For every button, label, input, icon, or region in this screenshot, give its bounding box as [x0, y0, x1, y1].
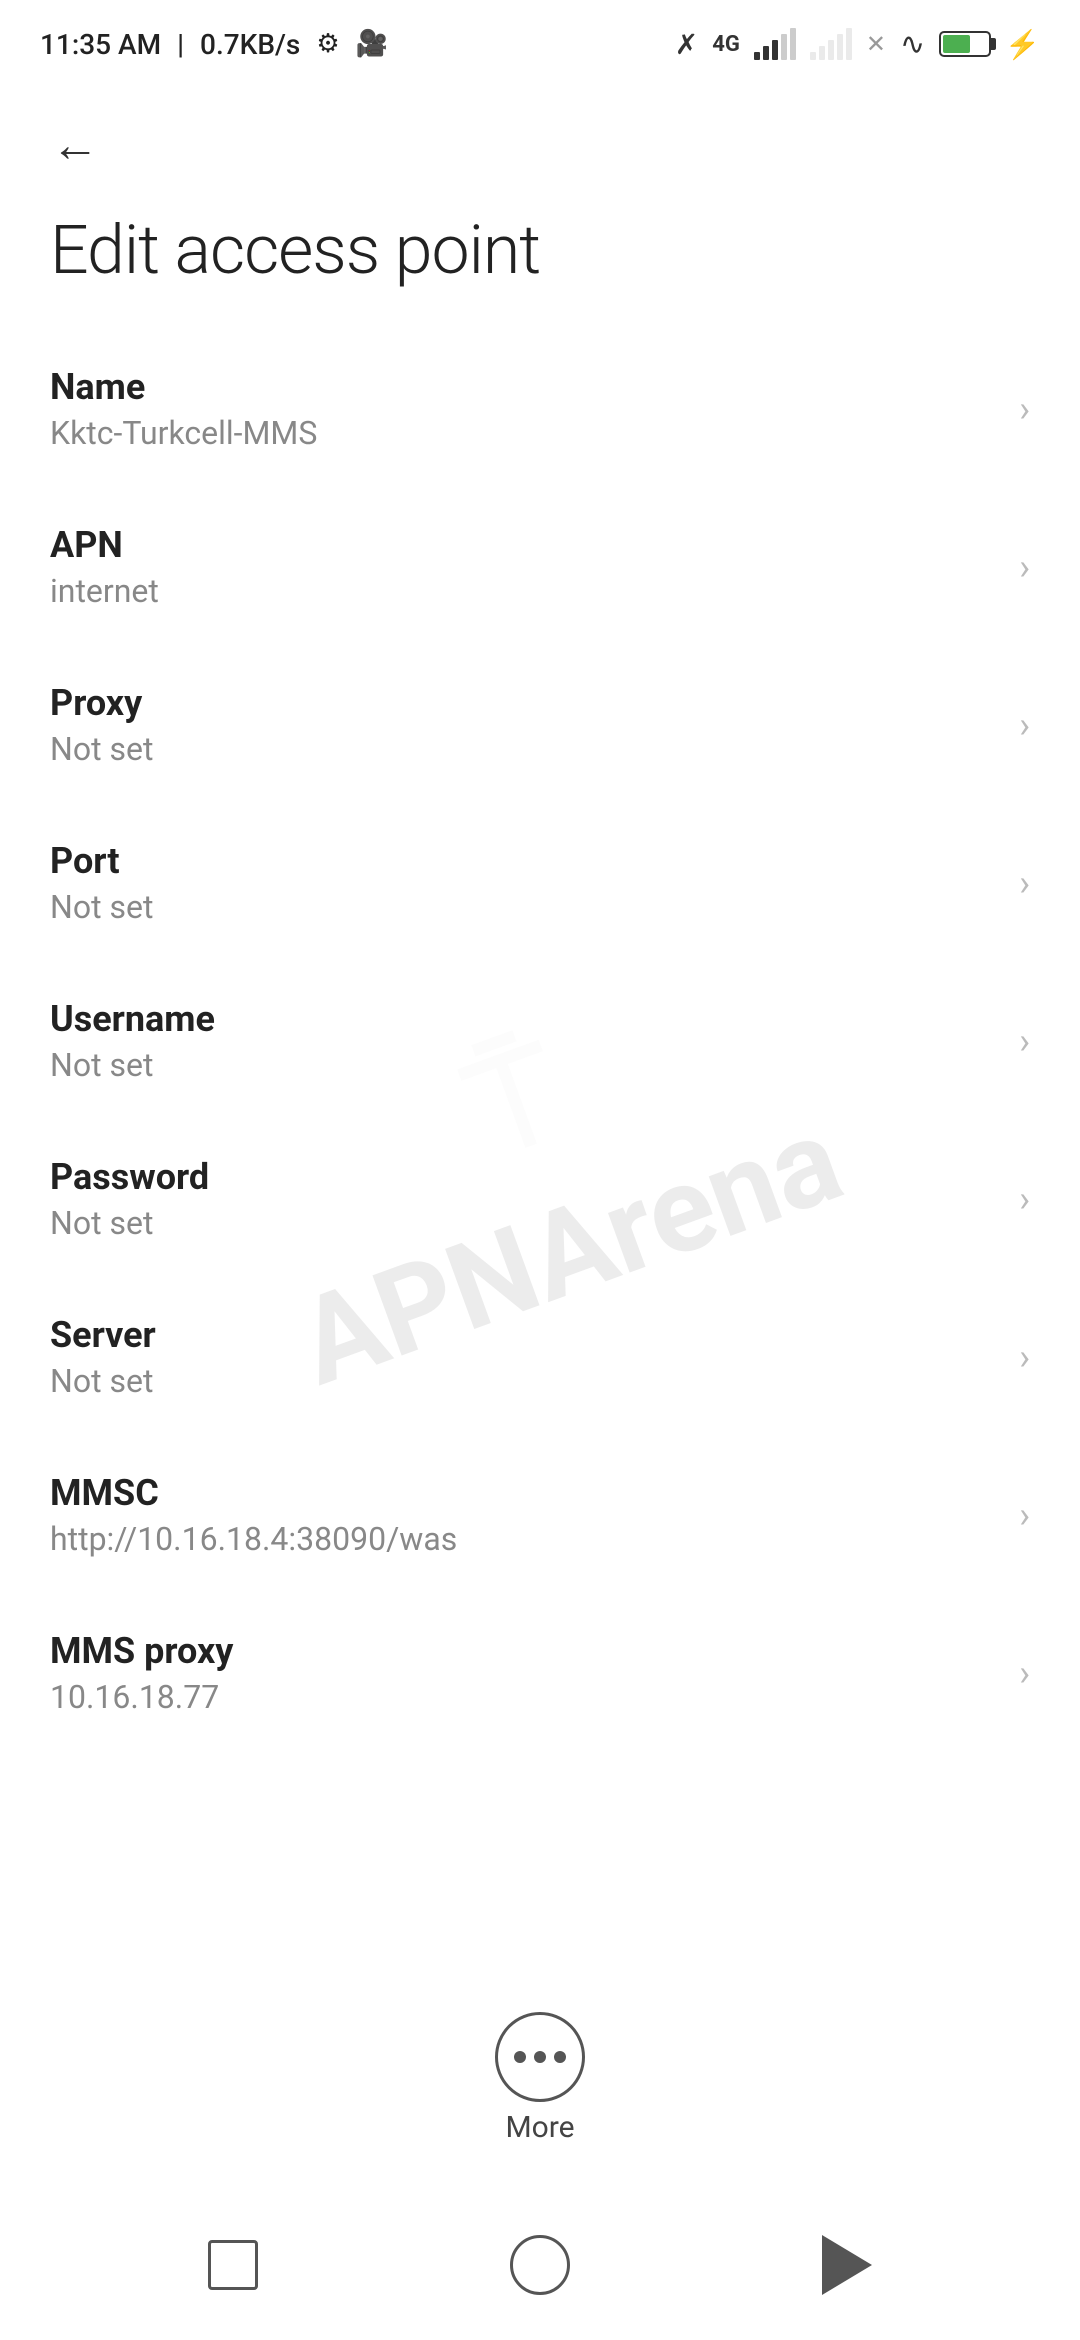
camera-icon: 🎥: [356, 29, 388, 59]
settings-label-mms-proxy: MMS proxy: [50, 1630, 999, 1672]
settings-value-apn: internet: [50, 572, 999, 610]
dot-1: [514, 2051, 526, 2063]
settings-value-proxy: Not set: [50, 730, 999, 768]
circle-icon: [510, 2235, 570, 2295]
settings-content-name: Name Kktc-Turkcell-MMS: [50, 366, 999, 452]
settings-value-mmsc: http://10.16.18.4:38090/was: [50, 1520, 999, 1558]
signal-strength-1: [754, 28, 796, 60]
back-button[interactable]: ←: [40, 110, 110, 180]
chevron-icon-proxy: ›: [1019, 704, 1030, 746]
network-type: 4G: [712, 32, 740, 57]
settings-label-username: Username: [50, 998, 999, 1040]
more-button[interactable]: More: [495, 2012, 585, 2145]
speed-display: 0.7KB/s: [200, 28, 300, 61]
more-section: More: [0, 1992, 1080, 2165]
speed-indicator: |: [177, 28, 184, 61]
square-icon: [208, 2240, 258, 2290]
more-circle-icon: [495, 2012, 585, 2102]
settings-label-apn: APN: [50, 524, 999, 566]
settings-content-password: Password Not set: [50, 1156, 999, 1242]
settings-label-password: Password: [50, 1156, 999, 1198]
chevron-icon-mms-proxy: ›: [1019, 1652, 1030, 1694]
settings-value-server: Not set: [50, 1362, 999, 1400]
chevron-icon-name: ›: [1019, 388, 1030, 430]
dot-3: [554, 2051, 566, 2063]
signal-strength-2: [810, 28, 852, 60]
chevron-icon-password: ›: [1019, 1178, 1030, 1220]
chevron-icon-port: ›: [1019, 862, 1030, 904]
settings-content-server: Server Not set: [50, 1314, 999, 1400]
chevron-icon-mmsc: ›: [1019, 1494, 1030, 1536]
settings-item-mmsc[interactable]: MMSC http://10.16.18.4:38090/was ›: [0, 1436, 1080, 1594]
time-display: 11:35 AM: [40, 28, 161, 61]
settings-value-port: Not set: [50, 888, 999, 926]
recent-apps-button[interactable]: [193, 2225, 273, 2305]
chevron-icon-apn: ›: [1019, 546, 1030, 588]
settings-item-apn[interactable]: APN internet ›: [0, 488, 1080, 646]
chevron-icon-server: ›: [1019, 1336, 1030, 1378]
settings-content-username: Username Not set: [50, 998, 999, 1084]
settings-value-name: Kktc-Turkcell-MMS: [50, 414, 999, 452]
settings-icon: ⚙: [316, 29, 339, 59]
no-signal-icon: ✕: [866, 30, 886, 58]
home-button[interactable]: [500, 2225, 580, 2305]
settings-content-mms-proxy: MMS proxy 10.16.18.77: [50, 1630, 999, 1716]
triangle-icon: [822, 2235, 872, 2295]
settings-content-proxy: Proxy Not set: [50, 682, 999, 768]
settings-item-password[interactable]: Password Not set ›: [0, 1120, 1080, 1278]
settings-item-name[interactable]: Name Kktc-Turkcell-MMS ›: [0, 330, 1080, 488]
dot-2: [534, 2051, 546, 2063]
status-left: 11:35 AM | 0.7KB/s ⚙ 🎥: [40, 28, 388, 61]
status-right: ✗ 4G ✕ ∿ ⚡: [675, 27, 1040, 62]
battery-indicator: [939, 31, 991, 57]
chevron-icon-username: ›: [1019, 1020, 1030, 1062]
settings-item-username[interactable]: Username Not set ›: [0, 962, 1080, 1120]
back-nav-button[interactable]: [807, 2225, 887, 2305]
settings-list: Name Kktc-Turkcell-MMS › APN internet › Proxy N…: [0, 330, 1080, 1752]
settings-content-port: Port Not set: [50, 840, 999, 926]
settings-value-username: Not set: [50, 1046, 999, 1084]
settings-label-name: Name: [50, 366, 999, 408]
settings-item-port[interactable]: Port Not set ›: [0, 804, 1080, 962]
settings-label-port: Port: [50, 840, 999, 882]
settings-content-apn: APN internet: [50, 524, 999, 610]
more-label: More: [505, 2110, 574, 2145]
bluetooth-icon: ✗: [675, 28, 698, 61]
settings-value-mms-proxy: 10.16.18.77: [50, 1678, 999, 1716]
settings-item-proxy[interactable]: Proxy Not set ›: [0, 646, 1080, 804]
settings-label-mmsc: MMSC: [50, 1472, 999, 1514]
settings-item-server[interactable]: Server Not set ›: [0, 1278, 1080, 1436]
settings-item-mms-proxy[interactable]: MMS proxy 10.16.18.77 ›: [0, 1594, 1080, 1752]
charging-icon: ⚡: [1005, 28, 1040, 61]
top-navigation: ←: [0, 80, 1080, 190]
back-arrow-icon: ←: [51, 121, 99, 169]
wifi-icon: ∿: [900, 27, 925, 62]
settings-label-server: Server: [50, 1314, 999, 1356]
status-bar: 11:35 AM | 0.7KB/s ⚙ 🎥 ✗ 4G ✕ ∿ ⚡: [0, 0, 1080, 80]
page-title: Edit access point: [0, 190, 1080, 330]
settings-content-mmsc: MMSC http://10.16.18.4:38090/was: [50, 1472, 999, 1558]
nav-bar: [0, 2190, 1080, 2340]
settings-label-proxy: Proxy: [50, 682, 999, 724]
settings-value-password: Not set: [50, 1204, 999, 1242]
